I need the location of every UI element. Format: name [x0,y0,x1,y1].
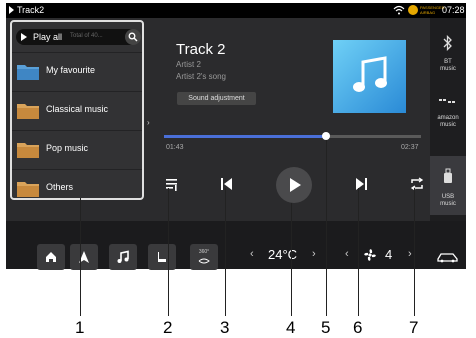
callout-leader-3 [225,188,226,316]
camera-360-button[interactable]: 360° [190,244,218,270]
folder-pop-music[interactable]: Pop music [12,130,142,169]
callout-leader-7 [414,188,415,316]
source-amazon-music[interactable]: amazon music [430,83,466,142]
wifi-icon [393,5,405,15]
infotainment-screen: Track2 PASSENGER AIRBAG 07:28 Play all T… [6,3,466,269]
callout-leader-2 [168,188,169,316]
music-note-icon [353,56,387,92]
progress-bar[interactable] [164,132,421,140]
camera-360-label: 360° [198,249,210,255]
folder-my-favourite[interactable]: My favourite [12,52,142,91]
amazon-music-icon [439,99,455,103]
callout-3: 3 [220,318,230,337]
callout-4: 4 [286,318,296,337]
play-all-label: Play all [33,32,63,42]
progress-fill [164,135,326,138]
temperature-value: 24°C [268,247,298,262]
camera-360-icon [198,258,210,264]
airbag-warning-icon [408,5,418,15]
source-label: USB music [440,194,456,207]
search-button[interactable] [125,29,141,45]
collapse-panel-arrow-icon[interactable]: › [147,118,150,127]
folder-icon [17,104,39,119]
vehicle-settings-button[interactable] [148,244,176,270]
source-usb-music[interactable]: USB music [430,156,466,215]
music-note-icon [117,250,129,263]
repeat-icon[interactable] [410,177,424,191]
status-bar: Track2 PASSENGER AIRBAG 07:28 [6,3,466,18]
home-icon [46,252,56,262]
callout-2: 2 [163,318,173,337]
temperature-down-button[interactable]: ‹ [250,248,254,260]
home-button[interactable] [37,244,65,270]
fan-level: 4 [385,247,393,262]
song-name: Artist 2's song [176,72,226,81]
play-icon [21,33,27,41]
status-title: Track2 [9,5,44,15]
folder-label: Classical music [46,104,109,114]
seat-icon [158,252,166,262]
source-label: amazon music [437,115,459,128]
progress-knob[interactable] [321,132,330,140]
fan-up-button[interactable]: › [408,248,412,260]
callout-6: 6 [353,318,363,337]
callout-5: 5 [321,318,331,337]
callout-leader-1 [80,198,81,316]
play-icon [290,178,301,192]
clock: 07:28 [442,5,465,15]
folder-icon [17,143,39,158]
sound-adjustment-button[interactable]: Sound adjustment [177,92,256,105]
folder-label: Pop music [46,143,89,153]
callout-leader-4 [291,203,292,316]
callout-leader-6 [358,188,359,316]
total-time: 02:37 [401,144,419,151]
previous-track-icon[interactable] [220,178,233,190]
passenger-airbag-label: PASSENGER AIRBAG [420,5,445,15]
search-icon [128,32,138,42]
folder-label: My favourite [46,65,96,75]
play-all-button[interactable]: Play all Total of 40... [16,29,141,45]
folder-classical-music[interactable]: Classical music [12,91,142,130]
album-art [333,40,406,113]
temperature-up-button[interactable]: › [312,248,316,260]
usb-icon [444,168,452,183]
bluetooth-icon [443,35,452,51]
library-panel: Play all Total of 40... My favourite Cla… [10,20,144,200]
total-count: Total of 40... [70,33,103,39]
callout-1: 1 [75,318,85,337]
elapsed-time: 01:43 [166,144,184,151]
favourite-folder-icon [17,65,39,80]
fan-down-button[interactable]: ‹ [345,248,349,260]
callout-7: 7 [409,318,419,337]
fan-icon [364,249,376,261]
track-title: Track 2 [176,41,226,58]
folder-others[interactable]: Others [12,169,142,208]
media-button[interactable] [109,244,137,270]
navigation-button[interactable] [70,244,98,270]
callout-leader-5 [326,140,327,316]
play-button[interactable] [276,167,312,203]
car-icon[interactable] [436,251,460,263]
artist-name: Artist 2 [176,60,201,69]
folder-label: Others [46,182,74,192]
source-label: BT music [440,59,456,72]
source-bt-music[interactable]: BT music [430,21,466,80]
folder-icon [17,182,39,197]
next-track-icon[interactable] [355,178,368,190]
